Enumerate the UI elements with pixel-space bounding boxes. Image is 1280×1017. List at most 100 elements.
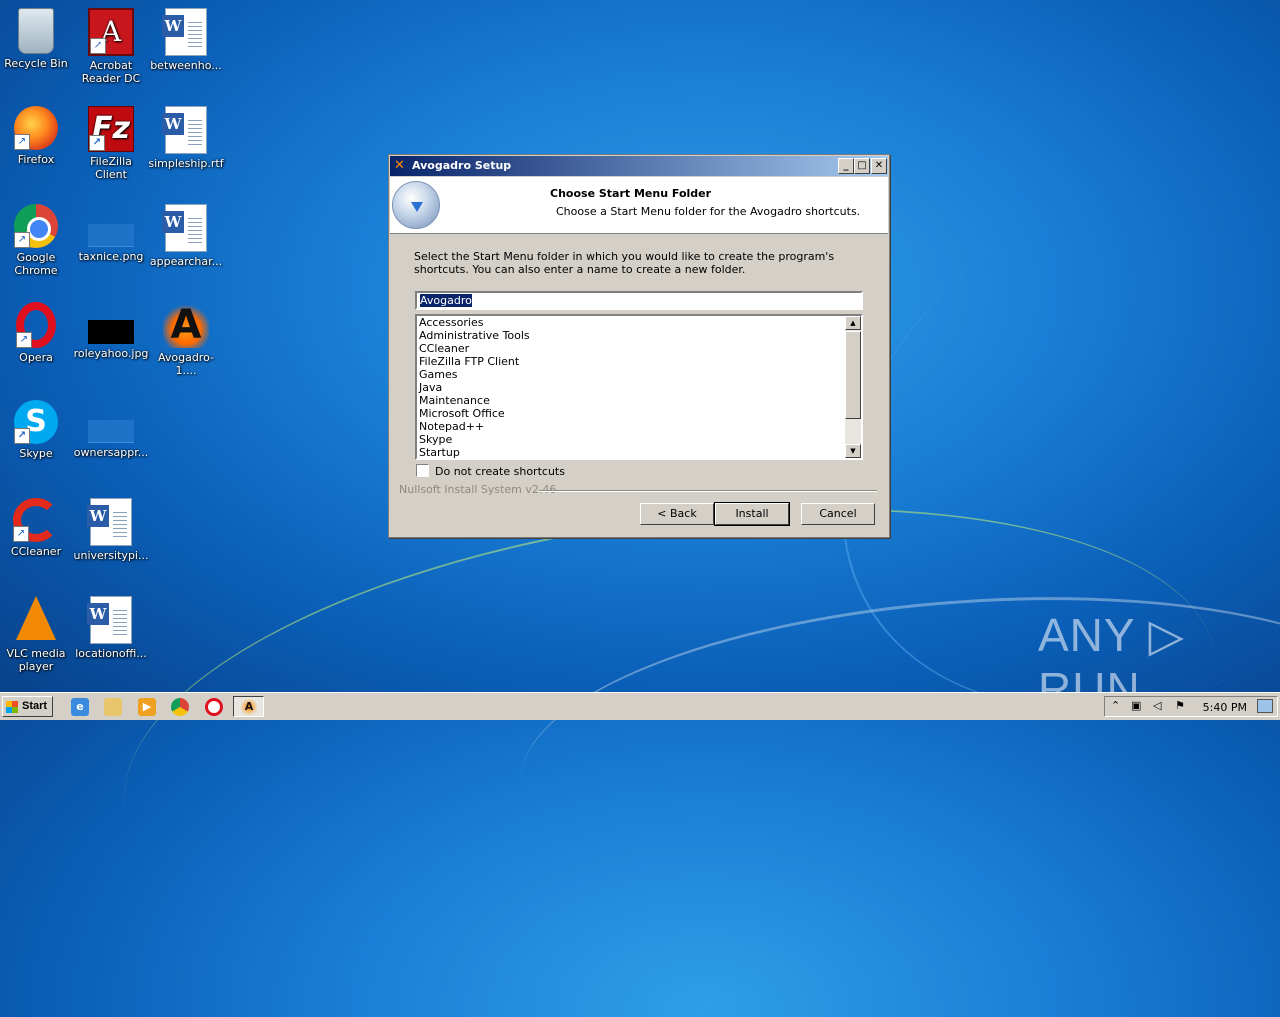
desktop-icon-ownersappr[interactable]: ownersappr... [73,400,149,459]
action-center-flag-icon[interactable]: ⚑ [1175,699,1185,712]
scroll-up-button[interactable]: ▲ [845,316,861,330]
desktop-icon-label: Recycle Bin [4,57,68,70]
system-tray: ⌃ ▣ ◁ ⚑ 5:40 PM [1104,696,1278,717]
opera-icon: ↗ [16,302,56,348]
image-file-icon [88,224,134,247]
desktop-icon-betweenho[interactable]: W betweenho... [148,8,224,72]
desktop-icon-opera[interactable]: ↗ Opera [0,302,74,364]
scroll-thumb[interactable] [845,331,861,419]
list-item[interactable]: Accessories [417,316,861,329]
desktop-icon-simpleship[interactable]: W simpleship.rtf [148,106,224,170]
explorer-icon[interactable] [104,698,122,716]
desktop-icon-label: Skype [19,447,53,460]
taskbar: Start e ▶ A ⌃ ▣ ◁ ⚑ 5:40 PM [0,692,1280,720]
taskbar-avogadro-setup[interactable]: A [233,696,264,717]
list-item[interactable]: CCleaner [417,342,861,355]
internet-explorer-icon[interactable]: e [71,698,89,716]
word-doc-icon: W [162,204,207,252]
media-player-icon[interactable]: ▶ [138,698,156,716]
close-button[interactable]: ✕ [871,158,887,174]
desktop-icon-acrobat[interactable]: A ↗ Acrobat Reader DC [73,8,149,85]
dialog-titlebar[interactable]: ✕ Avogadro Setup _ □ ✕ [390,156,888,176]
filezilla-icon: Fz ↗ [88,106,134,152]
desktop-icon-roleyahoo[interactable]: roleyahoo.jpg [73,302,149,360]
start-button[interactable]: Start [2,696,53,717]
desktop-icon-label: Acrobat Reader DC [81,59,141,85]
desktop-icon-avogadro-installer[interactable]: A Avogadro-1.... [148,302,224,377]
desktop-icon-label: taxnice.png [78,250,144,263]
volume-icon[interactable]: ◁ [1153,699,1161,712]
branding-divider [539,490,877,492]
word-doc-icon: W [87,596,132,644]
show-desktop-icon[interactable] [1257,699,1273,713]
desktop-icon-label: universitypi... [73,549,149,562]
avogadro-installer-icon: A [163,302,209,348]
chrome-icon[interactable] [171,698,189,716]
desktop-icon-label: appearchar... [149,255,223,268]
windows-logo-icon [6,701,18,713]
network-icon[interactable]: ▣ [1131,699,1141,712]
cancel-button[interactable]: Cancel [801,503,875,525]
desktop-icon-label: simpleship.rtf [148,157,224,170]
setup-dialog: ✕ Avogadro Setup _ □ ✕ Choose Start Menu… [388,154,890,538]
list-item[interactable]: Skype [417,433,861,446]
firefox-icon: ↗ [14,106,58,150]
vlc-icon [16,596,56,640]
list-item[interactable]: FileZilla FTP Client [417,355,861,368]
opera-icon[interactable] [205,698,223,716]
desktop-icon-label: Avogadro-1.... [157,351,214,377]
desktop-icon-label: ownersappr... [73,446,149,459]
branding-text: Nullsoft Install System v2.46 [399,483,877,496]
word-doc-icon: W [162,106,207,154]
list-item[interactable]: Maintenance [417,394,861,407]
scroll-down-button[interactable]: ▼ [845,444,861,458]
maximize-button[interactable]: □ [854,158,870,174]
clock[interactable]: 5:40 PM [1203,701,1247,714]
desktop-icon-recycle-bin[interactable]: Recycle Bin [0,8,74,70]
list-item[interactable]: Startup [417,446,861,458]
no-shortcuts-checkbox[interactable] [416,464,429,477]
desktop-icon-locationoffi[interactable]: W locationoffi... [73,596,149,660]
no-shortcuts-checkbox-row[interactable]: Do not create shortcuts [416,464,565,478]
list-scrollbar[interactable]: ▲ ▼ [845,316,861,458]
dialog-header: Choose Start Menu Folder Choose a Start … [390,177,888,234]
header-title: Choose Start Menu Folder [550,187,712,200]
install-button[interactable]: Install [714,502,790,526]
desktop-icon-ccleaner[interactable]: ↗ CCleaner [0,498,74,558]
desktop-icon-taxnice[interactable]: taxnice.png [73,204,149,263]
list-item[interactable]: Microsoft Office [417,407,861,420]
avogadro-app-icon: ✕ [394,158,405,173]
list-item[interactable]: Notepad++ [417,420,861,433]
folder-name-input[interactable]: Avogadro [415,291,863,310]
desktop-icon-label: FileZilla Client [90,155,132,181]
minimize-button[interactable]: _ [838,158,854,174]
show-hidden-icons-icon[interactable]: ⌃ [1111,699,1120,712]
checkbox-label: Do not create shortcuts [435,465,565,478]
desktop-icon-label: CCleaner [10,545,62,558]
back-button[interactable]: < Back [640,503,714,525]
desktop-icon-skype[interactable]: S ↗ Skype [0,400,74,460]
desktop-icon-firefox[interactable]: ↗ Firefox [0,106,74,166]
desktop-icon-label: betweenho... [150,59,222,72]
recycle-bin-icon [18,8,54,54]
list-item[interactable]: Administrative Tools [417,329,861,342]
desktop-icon-filezilla[interactable]: Fz ↗ FileZilla Client [73,106,149,181]
folder-listbox[interactable]: Accessories Administrative Tools CCleane… [415,314,863,460]
desktop-icon-label: roleyahoo.jpg [73,347,149,360]
word-doc-icon: W [162,8,207,56]
ccleaner-icon: ↗ [13,498,59,542]
list-item[interactable]: Games [417,368,861,381]
desktop-icon-label: locationoffi... [75,647,147,660]
desktop-icon-label: Google Chrome [14,251,58,277]
avogadro-icon: A [240,698,258,716]
desktop-icon-universitypi[interactable]: W universitypi... [73,498,149,562]
description-text: Select the Start Menu folder in which yo… [414,250,835,276]
dialog-title: Avogadro Setup [412,159,512,172]
branding-label: Nullsoft Install System v2.46 [399,483,557,496]
acrobat-icon: A ↗ [88,8,134,56]
desktop-icon-appearchar[interactable]: W appearchar... [148,204,224,268]
desktop-icon-vlc[interactable]: VLC media player [0,596,74,673]
list-item[interactable]: Java [417,381,861,394]
desktop-icon-chrome[interactable]: ↗ Google Chrome [0,204,74,277]
image-file-icon [88,420,134,443]
